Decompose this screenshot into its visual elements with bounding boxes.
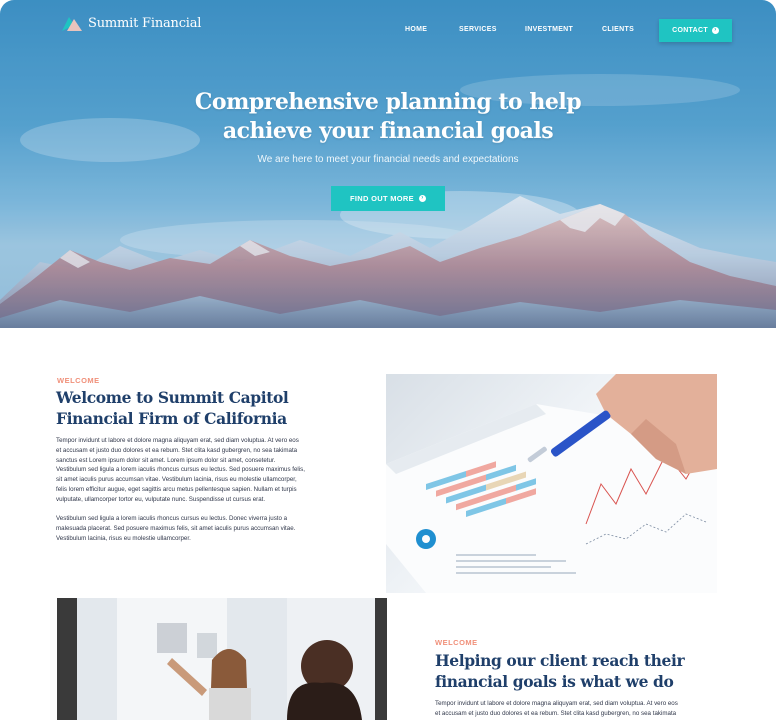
helping-eyebrow: WELCOME xyxy=(435,638,478,647)
hero-title-line-1: Comprehensive planning to help xyxy=(194,89,582,115)
nav-item-clients[interactable]: CLIENTS xyxy=(602,26,634,33)
helping-paragraph: Tempor invidunt ut labore et dolore magn… xyxy=(435,699,735,719)
meeting-illustration xyxy=(57,598,387,720)
nav-item-home[interactable]: HOME xyxy=(405,26,427,33)
paragraph-line: Vestibulum sed ligula a lorem iaculis rh… xyxy=(56,515,288,522)
helping-title: Helping our client reach their financial… xyxy=(435,650,755,692)
paragraph-line: felis lorem efficitur augue, eget sagitt… xyxy=(56,485,297,493)
welcome-title: Welcome to Summit Capitol Financial Firm… xyxy=(56,387,376,429)
paragraph-line: et accusam et justo duo dolores et ea re… xyxy=(435,709,677,717)
nav-item-investment[interactable]: INVESTMENT xyxy=(525,26,573,33)
paragraph-line: et accusam et justo duo dolores et ea re… xyxy=(56,446,298,454)
arrow-circle-right-icon: › xyxy=(711,27,719,34)
welcome-eyebrow: WELCOME xyxy=(57,376,100,385)
team-meeting-photo xyxy=(57,598,387,720)
hero-title-line-2: achieve your financial goals xyxy=(222,118,554,144)
find-out-more-button[interactable]: FIND OUT MORE › xyxy=(331,186,445,211)
financial-chart-photo xyxy=(386,374,717,593)
contact-button-label: CONTACT xyxy=(672,27,708,34)
welcome-paragraph-2: Vestibulum sed ligula a lorem iaculis rh… xyxy=(56,514,356,543)
paragraph-line: vulputate, ullamcorper tortor eu, vulput… xyxy=(56,495,266,503)
welcome-title-line-1: Welcome to Summit Capitol xyxy=(56,388,289,407)
nav-item-services[interactable]: SERVICES xyxy=(459,26,497,33)
welcome-paragraph-1: Tempor invidunt ut labore et dolore magn… xyxy=(56,436,356,505)
paragraph-line: Vestibulum sed ligula a lorem iaculis rh… xyxy=(56,466,305,474)
paragraph-line: Tempor invidunt ut labore et dolore magn… xyxy=(435,700,678,707)
hero-title: Comprehensive planning to help achieve y… xyxy=(0,88,776,146)
find-out-more-label: FIND OUT MORE xyxy=(350,194,414,203)
paragraph-line: Tempor invidunt ut labore et dolore magn… xyxy=(56,437,299,444)
paragraph-line: malesuada placerat. Sed posuere maximus … xyxy=(56,524,296,532)
hero-subtitle: We are here to meet your financial needs… xyxy=(257,154,519,165)
arrow-circle-right-icon: › xyxy=(418,195,426,202)
helping-title-line-2: financial goals is what we do xyxy=(435,672,674,691)
chart-paper-illustration xyxy=(386,374,717,593)
hero-section: Summit Financial HOME SERVICES INVESTMEN… xyxy=(0,0,776,328)
paragraph-line: sit amet iaculis purus accumsan vitae. V… xyxy=(56,476,297,484)
helping-title-line-1: Helping our client reach their xyxy=(435,651,685,670)
contact-button[interactable]: CONTACT › xyxy=(659,19,732,42)
paragraph-line: sanctus est Lorem ipsum dolor sit amet. … xyxy=(56,456,276,464)
paragraph-line: Vestibulum lacinia, risus eu molestie ul… xyxy=(56,534,191,542)
welcome-title-line-2: Financial Firm of California xyxy=(56,409,287,428)
